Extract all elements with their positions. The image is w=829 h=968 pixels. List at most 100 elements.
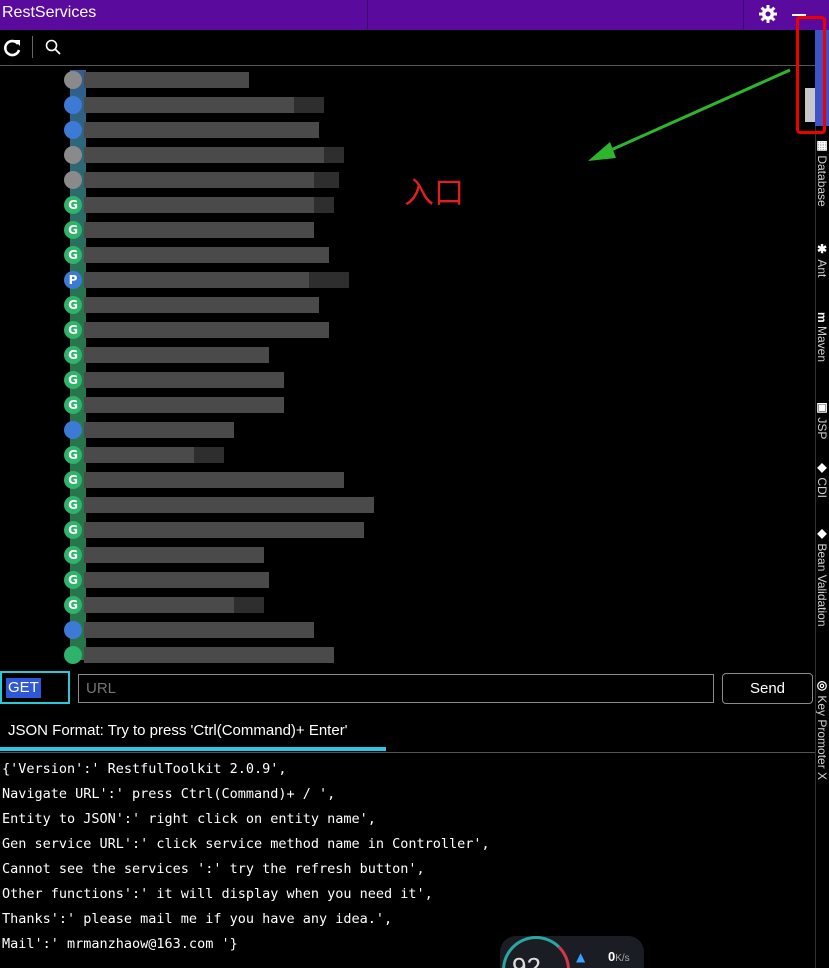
sidebar-tab-bean-validation[interactable]: ◆ Bean Validation (816, 526, 829, 656)
toolbar-divider (32, 36, 33, 58)
tree-item[interactable]: G (62, 295, 362, 315)
method-icon (64, 171, 82, 189)
body-line: Cannot see the services ':' try the refr… (2, 861, 425, 877)
body-line: Other functions':' it will display when … (2, 886, 433, 902)
method-icon: G (64, 396, 82, 414)
sidebar-tab-ant[interactable]: ✱ Ant (816, 242, 829, 292)
tree-item[interactable]: G (62, 545, 362, 565)
tree-item[interactable] (62, 645, 362, 665)
blurred-label (84, 72, 249, 88)
tree-item[interactable]: G (62, 220, 362, 240)
refresh-icon[interactable] (2, 38, 22, 58)
method-icon: G (64, 346, 82, 364)
tree-item[interactable]: G (62, 520, 364, 540)
blurred-label (84, 547, 264, 563)
http-method-value: GET (6, 678, 41, 698)
blurred-label (84, 622, 314, 638)
blurred-label (84, 222, 314, 238)
method-icon: G (64, 196, 82, 214)
tree-item[interactable] (62, 145, 362, 165)
tree-item[interactable]: G (62, 320, 362, 340)
blurred-label (84, 147, 324, 163)
annotation-highlight-box (796, 16, 826, 134)
cdi-icon: ◆ (816, 460, 829, 474)
sidebar-tab-jsp[interactable]: ▣ JSP (816, 400, 829, 440)
send-button[interactable]: Send (722, 673, 813, 704)
ant-icon: ✱ (816, 242, 829, 256)
blurred-label (84, 122, 319, 138)
key-promoter-icon: ◎ (816, 678, 829, 692)
method-icon: G (64, 596, 82, 614)
http-method-select[interactable]: GET (0, 671, 70, 704)
tree-item[interactable]: G (62, 195, 362, 215)
tree-item[interactable] (62, 620, 362, 640)
method-icon: G (64, 496, 82, 514)
tree-item[interactable] (62, 120, 362, 140)
method-icon: G (64, 571, 82, 589)
tree-item[interactable]: G (62, 595, 362, 615)
sidebar-tab-key-promoter-x[interactable]: ◎ Key Promoter X (816, 678, 829, 803)
body-line: Navigate URL':' press Ctrl(Command)+ / '… (2, 786, 336, 802)
search-icon[interactable] (44, 38, 62, 56)
sidebar-tab-cdi[interactable]: ◆ CDI (816, 460, 829, 510)
blurred-label (84, 197, 314, 213)
method-icon: G (64, 221, 82, 239)
body-line: Mail':' mrmanzhaow@163.com '} (2, 936, 238, 952)
response-body[interactable]: {'Version':' RestfulToolkit 2.0.9', Navi… (2, 757, 812, 957)
body-line: {'Version':' RestfulToolkit 2.0.9', (2, 761, 287, 777)
blurred-label (84, 347, 269, 363)
tree-item[interactable]: G (62, 470, 362, 490)
sidebar-tab-database[interactable]: ▦ Database (816, 138, 829, 228)
tree-item[interactable]: G (62, 245, 362, 265)
tree-item[interactable]: G (62, 445, 362, 465)
blurred-label (84, 322, 329, 338)
blurred-label (84, 497, 374, 513)
method-icon: G (64, 546, 82, 564)
gear-icon[interactable] (758, 4, 778, 24)
window-title: RestServices (2, 4, 97, 21)
title-separator (743, 0, 744, 30)
blurred-label (84, 297, 319, 313)
tree-item[interactable]: G (62, 570, 362, 590)
blurred-label (84, 97, 294, 113)
tree-item[interactable] (62, 170, 362, 190)
tree-item[interactable] (62, 70, 362, 90)
annotation-arrow (588, 68, 791, 161)
blurred-label (84, 372, 284, 388)
database-icon: ▦ (816, 138, 829, 152)
method-icon: G (64, 321, 82, 339)
body-line: Thanks':' please mail me if you have any… (2, 911, 393, 927)
method-icon (64, 121, 82, 139)
sidebar-tab-maven[interactable]: m Maven (816, 312, 829, 382)
tree-item[interactable]: G (62, 370, 362, 390)
upload-arrow-icon: ▲ (576, 950, 586, 964)
url-input[interactable] (78, 674, 714, 703)
tree-item[interactable] (62, 95, 362, 115)
method-icon: G (64, 371, 82, 389)
title-bar: RestServices (0, 0, 829, 30)
blurred-label (324, 147, 344, 163)
blurred-label (84, 397, 284, 413)
blurred-label (84, 572, 269, 588)
tree-item[interactable]: P (62, 270, 362, 290)
tab-json-format-label: JSON Format: Try to press 'Ctrl(Command)… (8, 722, 348, 739)
network-monitor-widget: 92 ▲ 0K/s (500, 936, 644, 968)
title-separator (367, 0, 368, 30)
tab-json-format[interactable]: JSON Format: Try to press 'Ctrl(Command)… (0, 716, 386, 752)
network-speed: 0K/s (608, 949, 630, 964)
tree-item[interactable]: G (62, 395, 362, 415)
blurred-label (314, 197, 334, 213)
method-icon: P (64, 271, 82, 289)
tree-item[interactable]: G (62, 495, 374, 515)
method-icon (64, 96, 82, 114)
tree-item[interactable] (62, 420, 362, 440)
blurred-label (84, 247, 329, 263)
service-tree[interactable]: GGGPGGGGGGGGGGGG (62, 70, 374, 664)
method-icon (64, 146, 82, 164)
toolbar (0, 30, 815, 66)
blurred-label (84, 447, 194, 463)
method-icon (64, 646, 82, 664)
tree-item[interactable]: G (62, 345, 362, 365)
blurred-label (309, 272, 349, 288)
method-icon: G (64, 296, 82, 314)
